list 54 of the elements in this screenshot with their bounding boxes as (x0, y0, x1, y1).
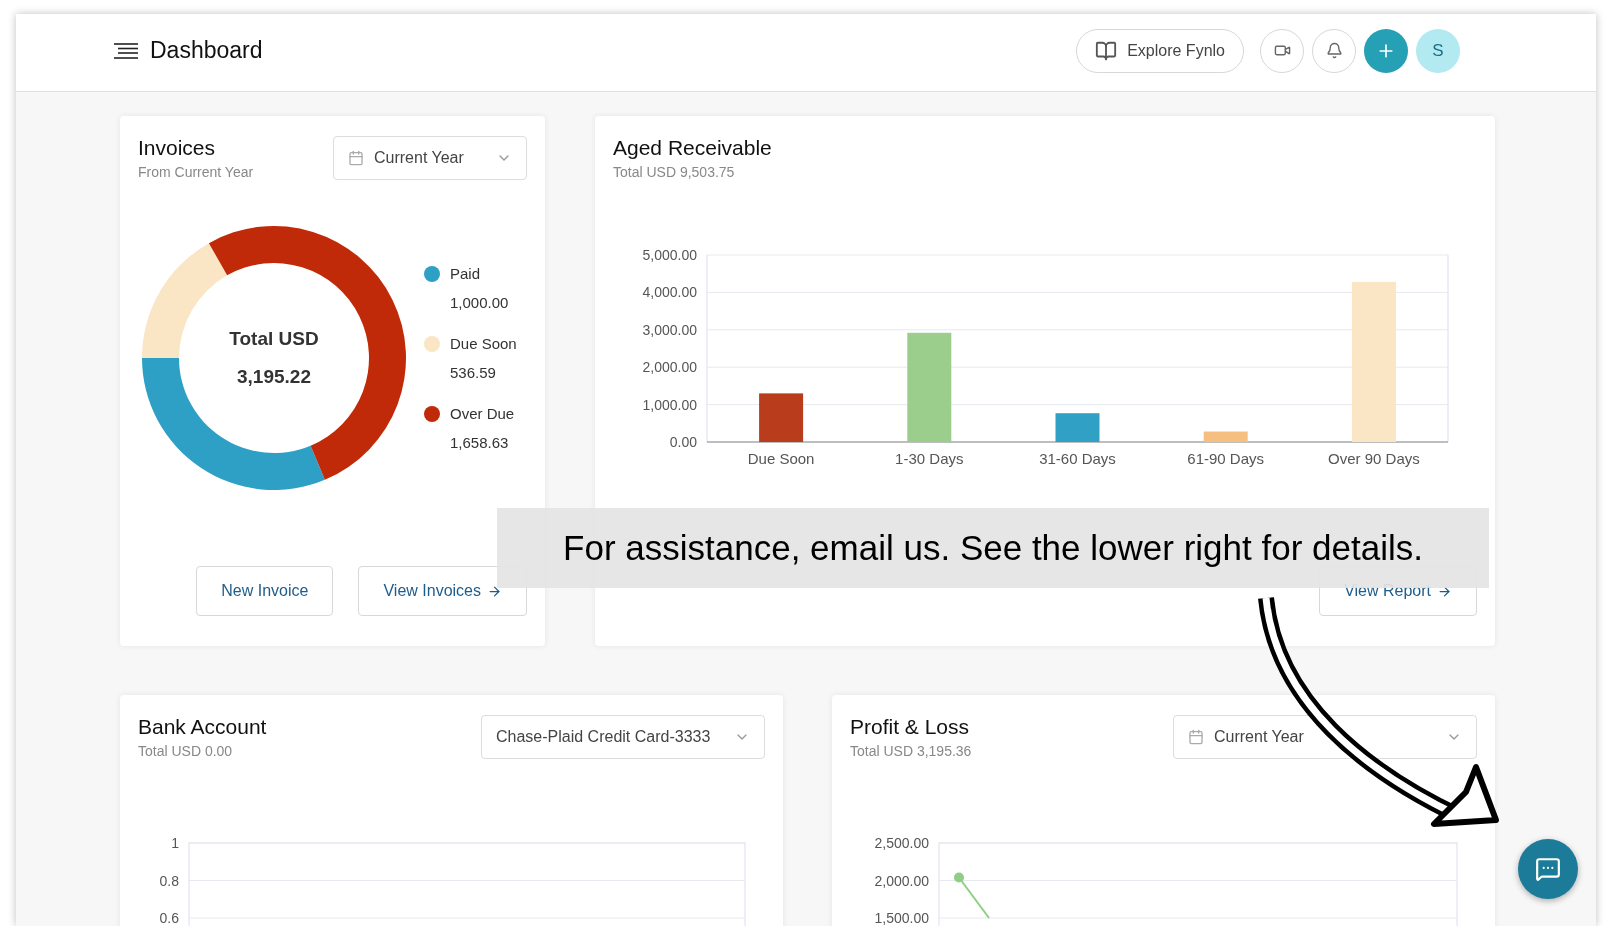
calendar-icon (1188, 729, 1204, 745)
add-button[interactable] (1364, 28, 1408, 73)
axis-label: 4,000.00 (642, 284, 697, 301)
arrow-right-icon (487, 583, 502, 599)
axis-label: 1-30 Days (895, 450, 964, 467)
dropdown[interactable]: Current Year (333, 136, 527, 180)
axis-label: 2,500.00 (874, 835, 929, 851)
explore-button[interactable]: Explore Fynlo (1076, 28, 1244, 73)
card-title: Bank Account (138, 715, 267, 739)
menu-icon[interactable] (114, 42, 138, 59)
axis-label: 0.00 (669, 434, 697, 450)
card-title: Profit & Loss (850, 715, 971, 739)
axis-label: 1,000.00 (642, 396, 697, 413)
page-title: Dashboard (150, 37, 263, 64)
card-subtitle: Total USD 3,195.36 (850, 743, 972, 759)
axis-label: 31-60 Days (1039, 450, 1116, 467)
card-subtitle: From Current Year (138, 164, 254, 180)
video-button[interactable] (1260, 28, 1304, 73)
dropdown[interactable]: Current Year (1173, 715, 1477, 759)
axis-label: 5,000.00 (642, 247, 697, 263)
card-subtitle: Total USD 9,503.75 (613, 164, 736, 180)
total-value: 3,195.22 (237, 366, 311, 388)
axis-label: 3,000.00 (642, 321, 697, 338)
card-title: Invoices (138, 136, 217, 160)
axis-label: 61-90 Days (1187, 450, 1265, 467)
link-button[interactable]: View Invoices (358, 566, 527, 616)
legend-label: Due Soon (450, 335, 517, 352)
chat-button[interactable] (1518, 839, 1578, 899)
assistance-tooltip: For assistance, email us. See the lower right for details. (497, 508, 1489, 588)
legend-value: 1,000.00 (450, 294, 510, 311)
axis-label: 1,500.00 (874, 910, 929, 926)
calendar-icon (348, 150, 364, 166)
card-subtitle: Total USD 0.00 (138, 743, 234, 759)
axis-label: 1 (171, 835, 179, 851)
axis-label: Due Soon (747, 450, 815, 467)
book-icon (1095, 39, 1118, 62)
legend-label: Over Due (450, 405, 516, 422)
user-avatar[interactable]: S (1416, 28, 1460, 73)
axis-label: 0.6 (159, 910, 179, 926)
bell-icon (1325, 42, 1343, 59)
legend-value: 536.59 (450, 364, 497, 381)
axis-label: 2,000.00 (642, 359, 697, 376)
axis-label: 2,000.00 (874, 872, 929, 889)
axis-label: 0.8 (159, 872, 179, 889)
axis-label: Over 90 Days (1328, 450, 1420, 467)
card-title: Aged Receivable (613, 136, 773, 160)
dropdown[interactable]: Chase-Plaid Credit Card-3333 (481, 715, 765, 759)
chat-icon (1535, 856, 1561, 882)
link-button[interactable]: New Invoice (196, 566, 334, 616)
line-drawing (954, 872, 990, 919)
total-label: Total USD (229, 328, 319, 350)
notifications-button[interactable] (1312, 28, 1356, 73)
legend-label: Paid (450, 265, 482, 282)
legend-value: 1,658.63 (450, 434, 510, 451)
